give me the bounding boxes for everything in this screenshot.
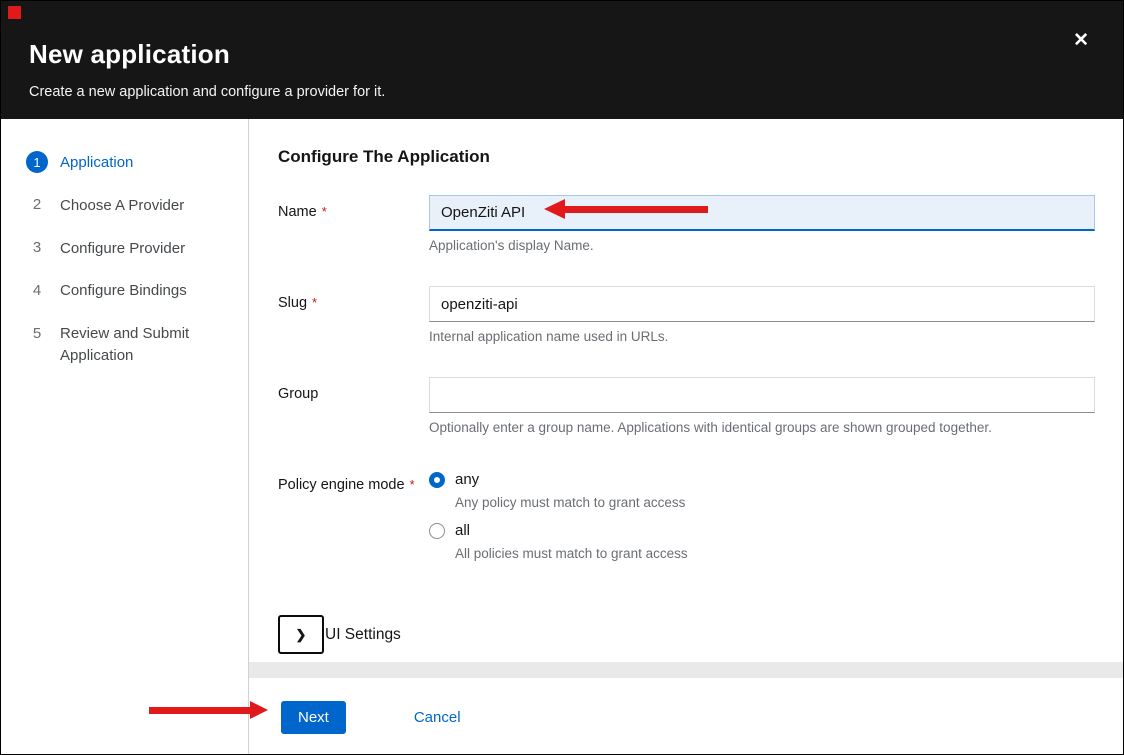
name-help-text: Application's display Name. (429, 238, 1095, 253)
wizard-subtitle: Create a new application and configure a… (29, 84, 1095, 100)
form-row-name: Name* Application's display Name. (278, 195, 1095, 253)
chevron-right-icon: ❯ (296, 627, 307, 643)
step-label: Choose A Provider (60, 194, 184, 217)
policy-engine-mode-label: Policy engine mode* (278, 468, 429, 573)
group-input[interactable] (429, 377, 1095, 413)
wizard-step-content: Configure The Application Name* Applicat… (249, 119, 1123, 662)
wizard-header: New application Create a new application… (1, 1, 1123, 119)
ui-settings-label: UI Settings (325, 626, 401, 644)
step-heading: Configure The Application (278, 147, 1095, 167)
annotation-arrow-next-button (149, 707, 250, 714)
wizard-step-application[interactable]: 1 Application (1, 141, 248, 184)
wizard-step-review-submit[interactable]: 5 Review and Submit Application (1, 312, 248, 377)
annotation-arrow-name-input (565, 206, 708, 213)
wizard-footer: Next Cancel (249, 678, 1123, 755)
step-number-badge: 4 (26, 279, 48, 301)
form-row-policy-engine-mode: Policy engine mode* any Any policy must … (278, 468, 1095, 573)
step-number-badge: 3 (26, 237, 48, 259)
annotation-arrow-next-button-head (250, 701, 268, 719)
slug-label: Slug* (278, 286, 429, 344)
wizard-step-choose-provider[interactable]: 2 Choose A Provider (1, 184, 248, 227)
wizard-step-configure-bindings[interactable]: 4 Configure Bindings (1, 269, 248, 312)
radio-label-any: any (455, 471, 479, 488)
cancel-button[interactable]: Cancel (414, 709, 461, 726)
next-button[interactable]: Next (281, 701, 346, 734)
policy-mode-all-radio[interactable]: all (429, 522, 1095, 539)
policy-mode-all-help: All policies must match to grant access (455, 546, 1095, 561)
radio-unselected-icon[interactable] (429, 523, 445, 539)
wizard-title: New application (29, 39, 1095, 70)
new-application-wizard: New application Create a new application… (0, 0, 1124, 755)
wizard-step-configure-provider[interactable]: 3 Configure Provider (1, 227, 248, 270)
group-label: Group (278, 377, 429, 435)
required-asterisk: * (322, 204, 327, 219)
form-row-group: Group Optionally enter a group name. App… (278, 377, 1095, 435)
wizard-step-nav: 1 Application 2 Choose A Provider 3 Conf… (1, 119, 249, 755)
step-number-badge: 2 (26, 194, 48, 216)
wizard-main-column: Configure The Application Name* Applicat… (249, 119, 1123, 755)
step-number-badge: 1 (26, 151, 48, 173)
expand-toggle-button[interactable]: ❯ (278, 615, 324, 654)
recording-indicator-square (8, 6, 21, 19)
group-help-text: Optionally enter a group name. Applicati… (429, 420, 1095, 435)
radio-selected-icon[interactable] (429, 472, 445, 488)
slug-input[interactable] (429, 286, 1095, 322)
step-label: Configure Bindings (60, 279, 187, 302)
policy-mode-any-help: Any policy must match to grant access (455, 495, 1095, 510)
name-label: Name* (278, 195, 429, 253)
radio-label-all: all (455, 522, 470, 539)
slug-help-text: Internal application name used in URLs. (429, 329, 1095, 344)
annotation-arrow-name-input-head (544, 199, 565, 219)
step-number-badge: 5 (26, 322, 48, 344)
required-asterisk: * (410, 477, 415, 492)
name-input[interactable] (429, 195, 1095, 231)
close-icon[interactable]: ✕ (1073, 31, 1089, 50)
step-label: Application (60, 151, 133, 174)
step-label: Review and Submit Application (60, 322, 234, 367)
step-label: Configure Provider (60, 237, 185, 260)
form-row-slug: Slug* Internal application name used in … (278, 286, 1095, 344)
ui-settings-section: ❯ UI Settings (278, 615, 1095, 654)
policy-mode-any-radio[interactable]: any (429, 471, 1095, 488)
required-asterisk: * (312, 295, 317, 310)
horizontal-scrollbar[interactable] (249, 662, 1123, 678)
